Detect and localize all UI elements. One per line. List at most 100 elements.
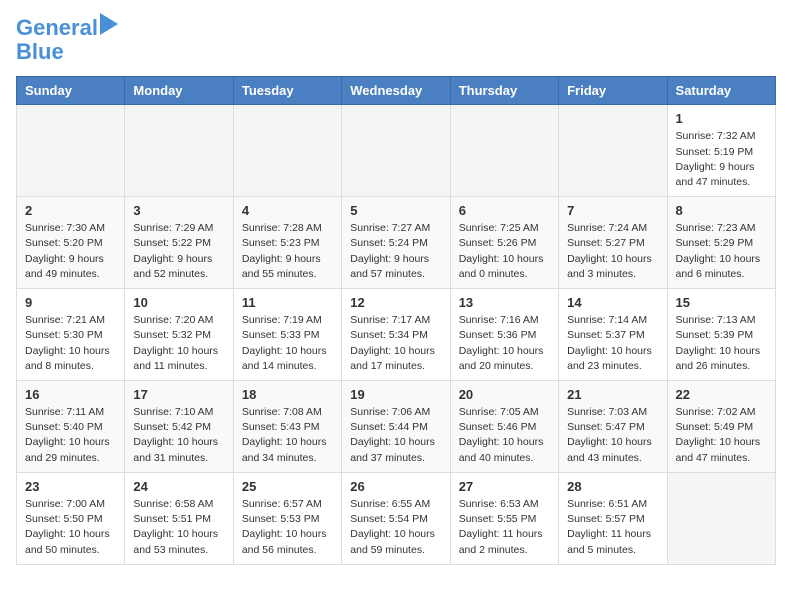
calendar-cell: 7 Sunrise: 7:24 AM Sunset: 5:27 PM Daylig… <box>559 197 667 289</box>
day-number: 14 <box>567 295 658 310</box>
calendar-cell <box>17 105 125 197</box>
calendar-cell: 27 Sunrise: 6:53 AM Sunset: 5:55 PM Dayli… <box>450 472 558 564</box>
day-info: Sunrise: 7:19 AM Sunset: 5:33 PM Dayligh… <box>242 313 333 374</box>
day-number: 16 <box>25 387 116 402</box>
day-number: 8 <box>676 203 767 218</box>
calendar-header-thursday: Thursday <box>450 77 558 105</box>
day-number: 2 <box>25 203 116 218</box>
calendar-header-monday: Monday <box>125 77 233 105</box>
calendar-cell: 10 Sunrise: 7:20 AM Sunset: 5:32 PM Dayli… <box>125 289 233 381</box>
calendar-header-tuesday: Tuesday <box>233 77 341 105</box>
calendar-cell: 3 Sunrise: 7:29 AM Sunset: 5:22 PM Daylig… <box>125 197 233 289</box>
calendar-cell: 1 Sunrise: 7:32 AM Sunset: 5:19 PM Daylig… <box>667 105 775 197</box>
calendar-table: SundayMondayTuesdayWednesdayThursdayFrid… <box>16 76 776 564</box>
logo: General Blue <box>16 16 118 64</box>
calendar-cell: 18 Sunrise: 7:08 AM Sunset: 5:43 PM Dayli… <box>233 381 341 473</box>
calendar-header-friday: Friday <box>559 77 667 105</box>
day-number: 4 <box>242 203 333 218</box>
calendar-header-wednesday: Wednesday <box>342 77 450 105</box>
day-number: 27 <box>459 479 550 494</box>
day-info: Sunrise: 7:28 AM Sunset: 5:23 PM Dayligh… <box>242 221 333 282</box>
calendar-cell: 14 Sunrise: 7:14 AM Sunset: 5:37 PM Dayli… <box>559 289 667 381</box>
day-info: Sunrise: 6:51 AM Sunset: 5:57 PM Dayligh… <box>567 497 658 558</box>
calendar-cell: 24 Sunrise: 6:58 AM Sunset: 5:51 PM Dayli… <box>125 472 233 564</box>
day-number: 24 <box>133 479 224 494</box>
day-number: 19 <box>350 387 441 402</box>
day-number: 12 <box>350 295 441 310</box>
day-info: Sunrise: 7:24 AM Sunset: 5:27 PM Dayligh… <box>567 221 658 282</box>
calendar-cell: 15 Sunrise: 7:13 AM Sunset: 5:39 PM Dayli… <box>667 289 775 381</box>
day-number: 13 <box>459 295 550 310</box>
day-info: Sunrise: 7:23 AM Sunset: 5:29 PM Dayligh… <box>676 221 767 282</box>
day-number: 17 <box>133 387 224 402</box>
day-number: 3 <box>133 203 224 218</box>
calendar-cell <box>233 105 341 197</box>
day-number: 9 <box>25 295 116 310</box>
calendar-cell <box>559 105 667 197</box>
day-number: 10 <box>133 295 224 310</box>
calendar-cell: 20Sunrise: 7:05 AM Sunset: 5:46 PM Dayli… <box>450 381 558 473</box>
logo-text: General <box>16 16 98 40</box>
calendar-cell: 4 Sunrise: 7:28 AM Sunset: 5:23 PM Daylig… <box>233 197 341 289</box>
calendar-cell <box>450 105 558 197</box>
calendar-cell: 11 Sunrise: 7:19 AM Sunset: 5:33 PM Dayli… <box>233 289 341 381</box>
calendar-header-saturday: Saturday <box>667 77 775 105</box>
day-number: 6 <box>459 203 550 218</box>
day-number: 26 <box>350 479 441 494</box>
calendar-cell: 25Sunrise: 6:57 AM Sunset: 5:53 PM Dayli… <box>233 472 341 564</box>
day-number: 15 <box>676 295 767 310</box>
day-info: Sunrise: 7:29 AM Sunset: 5:22 PM Dayligh… <box>133 221 224 282</box>
calendar-cell: 12Sunrise: 7:17 AM Sunset: 5:34 PM Dayli… <box>342 289 450 381</box>
day-info: Sunrise: 6:55 AM Sunset: 5:54 PM Dayligh… <box>350 497 441 558</box>
logo-blue-text: Blue <box>16 40 64 64</box>
day-number: 20 <box>459 387 550 402</box>
day-info: Sunrise: 7:08 AM Sunset: 5:43 PM Dayligh… <box>242 405 333 466</box>
day-info: Sunrise: 7:02 AM Sunset: 5:49 PM Dayligh… <box>676 405 767 466</box>
logo-arrow-icon <box>100 13 118 35</box>
calendar-cell: 23Sunrise: 7:00 AM Sunset: 5:50 PM Dayli… <box>17 472 125 564</box>
day-info: Sunrise: 7:14 AM Sunset: 5:37 PM Dayligh… <box>567 313 658 374</box>
calendar-cell: 17 Sunrise: 7:10 AM Sunset: 5:42 PM Dayli… <box>125 381 233 473</box>
day-info: Sunrise: 7:32 AM Sunset: 5:19 PM Dayligh… <box>676 129 767 190</box>
day-info: Sunrise: 7:06 AM Sunset: 5:44 PM Dayligh… <box>350 405 441 466</box>
calendar-cell: 8 Sunrise: 7:23 AM Sunset: 5:29 PM Daylig… <box>667 197 775 289</box>
day-number: 28 <box>567 479 658 494</box>
day-info: Sunrise: 7:00 AM Sunset: 5:50 PM Dayligh… <box>25 497 116 558</box>
day-number: 7 <box>567 203 658 218</box>
calendar-cell <box>125 105 233 197</box>
day-number: 5 <box>350 203 441 218</box>
calendar-header-sunday: Sunday <box>17 77 125 105</box>
day-number: 1 <box>676 111 767 126</box>
calendar-cell: 5 Sunrise: 7:27 AM Sunset: 5:24 PM Daylig… <box>342 197 450 289</box>
calendar-cell: 26 Sunrise: 6:55 AM Sunset: 5:54 PM Dayli… <box>342 472 450 564</box>
day-info: Sunrise: 7:27 AM Sunset: 5:24 PM Dayligh… <box>350 221 441 282</box>
day-info: Sunrise: 7:11 AM Sunset: 5:40 PM Dayligh… <box>25 405 116 466</box>
day-info: Sunrise: 7:16 AM Sunset: 5:36 PM Dayligh… <box>459 313 550 374</box>
calendar-cell: 22 Sunrise: 7:02 AM Sunset: 5:49 PM Dayli… <box>667 381 775 473</box>
calendar-week-row-2: 2Sunrise: 7:30 AM Sunset: 5:20 PM Daylig… <box>17 197 776 289</box>
day-number: 22 <box>676 387 767 402</box>
day-info: Sunrise: 7:20 AM Sunset: 5:32 PM Dayligh… <box>133 313 224 374</box>
calendar-cell <box>667 472 775 564</box>
calendar-cell: 6Sunrise: 7:25 AM Sunset: 5:26 PM Daylig… <box>450 197 558 289</box>
calendar-cell <box>342 105 450 197</box>
calendar-cell: 13 Sunrise: 7:16 AM Sunset: 5:36 PM Dayli… <box>450 289 558 381</box>
day-info: Sunrise: 6:58 AM Sunset: 5:51 PM Dayligh… <box>133 497 224 558</box>
day-info: Sunrise: 7:21 AM Sunset: 5:30 PM Dayligh… <box>25 313 116 374</box>
day-info: Sunrise: 7:10 AM Sunset: 5:42 PM Dayligh… <box>133 405 224 466</box>
calendar-week-row-5: 23Sunrise: 7:00 AM Sunset: 5:50 PM Dayli… <box>17 472 776 564</box>
day-info: Sunrise: 7:13 AM Sunset: 5:39 PM Dayligh… <box>676 313 767 374</box>
day-number: 18 <box>242 387 333 402</box>
day-info: Sunrise: 7:03 AM Sunset: 5:47 PM Dayligh… <box>567 405 658 466</box>
calendar-cell: 28 Sunrise: 6:51 AM Sunset: 5:57 PM Dayli… <box>559 472 667 564</box>
calendar-cell: 16 Sunrise: 7:11 AM Sunset: 5:40 PM Dayli… <box>17 381 125 473</box>
calendar-week-row-1: 1 Sunrise: 7:32 AM Sunset: 5:19 PM Daylig… <box>17 105 776 197</box>
day-number: 11 <box>242 295 333 310</box>
day-info: Sunrise: 6:53 AM Sunset: 5:55 PM Dayligh… <box>459 497 550 558</box>
calendar-cell: 2Sunrise: 7:30 AM Sunset: 5:20 PM Daylig… <box>17 197 125 289</box>
calendar-cell: 19 Sunrise: 7:06 AM Sunset: 5:44 PM Dayli… <box>342 381 450 473</box>
calendar-header-row: SundayMondayTuesdayWednesdayThursdayFrid… <box>17 77 776 105</box>
day-number: 25 <box>242 479 333 494</box>
page-header: General Blue <box>16 16 776 64</box>
calendar-cell: 9 Sunrise: 7:21 AM Sunset: 5:30 PM Daylig… <box>17 289 125 381</box>
